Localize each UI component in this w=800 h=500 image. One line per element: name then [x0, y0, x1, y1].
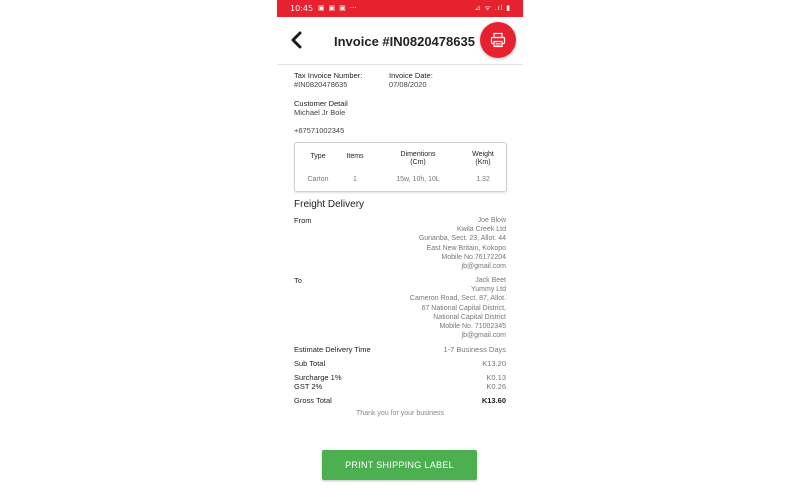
to-line: Cameron Road, Sect. 87, Allot. — [409, 295, 506, 303]
to-line: 67 National Capital District, — [421, 304, 506, 312]
subtotal-label: Sub Total — [294, 359, 326, 368]
from-line: Joe Blow — [477, 217, 506, 224]
customer-detail-label: Customer Detail — [294, 99, 348, 108]
gst-label: GST 2% — [294, 382, 323, 391]
tax-invoice-value: #IN0820478635 — [294, 80, 348, 89]
subtotal-value: K13.20 — [482, 359, 506, 368]
page-title: Invoice #IN0820478635 — [334, 34, 475, 49]
delivery-time-value: 1-7 Business Days — [443, 345, 506, 354]
from-line: Mobile No.76172204 — [441, 253, 506, 261]
to-line: National Capital District — [433, 313, 506, 321]
back-button[interactable] — [290, 31, 304, 49]
invoice-date-label: Invoice Date: — [389, 71, 433, 80]
print-button[interactable] — [480, 22, 516, 58]
customer-name: Michael Jr Bole — [294, 108, 346, 117]
notification-icons: ▣ ▣ ▣ ⋯ — [318, 5, 358, 12]
col-header-weight-line2: (Km) — [475, 159, 491, 166]
col-header-dimensions-line1: Dimentions — [400, 151, 436, 158]
from-line: Gunanba, Sect. 23, Allot. 44 — [418, 235, 506, 243]
from-line: jb@gmail.com — [461, 263, 506, 271]
printer-icon — [490, 32, 506, 48]
freight-delivery-title: Freight Delivery — [294, 199, 365, 210]
from-line: East New Britain, Kokopo — [426, 244, 506, 252]
thank-you-message: Thank you for your business — [356, 410, 444, 417]
gst-value: K0.26 — [486, 382, 506, 391]
surcharge-label: Surcharge 1% — [294, 373, 342, 382]
cell-type: Carton — [307, 176, 329, 183]
to-address: Jack Beet Yummy Ltd Cameron Road, Sect. … — [410, 276, 506, 340]
cell-dimensions: 15w, 10h, 10L — [396, 176, 440, 183]
status-bar: 10:45 ▣ ▣ ▣ ⋯ ⊿ ᯤ .ıl ▮ — [277, 0, 523, 17]
gross-total-label: Gross Total — [294, 396, 332, 405]
tax-invoice-label: Tax Invoice Number: — [294, 71, 363, 80]
from-line: Kwila Creek Ltd — [456, 226, 506, 234]
status-time: 10:45 — [290, 4, 314, 13]
to-line: jb@gmail.com — [461, 332, 506, 340]
col-header-weight-line1: Weight — [472, 151, 494, 158]
to-line: Yummy Ltd — [470, 286, 506, 294]
print-shipping-label-button[interactable]: PRINT SHIPPING LABEL — [322, 450, 477, 480]
chevron-left-icon — [291, 31, 302, 49]
invoice-date-value: 07/08/2020 — [389, 80, 427, 89]
cell-weight: 1.32 — [476, 176, 490, 183]
delivery-time-label: Estimate Delivery Time — [294, 345, 371, 354]
to-line: Mobile No. 71002345 — [439, 323, 506, 331]
col-header-items: Items — [346, 153, 364, 160]
gross-total-value: K13.60 — [481, 396, 506, 405]
from-address: Joe Blow Kwila Creek Ltd Gunanba, Sect. … — [419, 216, 506, 271]
to-line: Jack Beet — [475, 277, 506, 284]
app-header: Invoice #IN0820478635 — [277, 17, 523, 65]
phone-screen: 10:45 ▣ ▣ ▣ ⋯ ⊿ ᯤ .ıl ▮ Invoice #IN08204… — [277, 0, 523, 500]
surcharge-value: K0.13 — [486, 373, 506, 382]
col-header-type: Type — [310, 153, 326, 160]
col-header-dimensions-line2: (Cm) — [410, 159, 426, 166]
to-label: To — [294, 276, 302, 285]
col-header-weight: Weight (Km) — [463, 151, 503, 167]
items-table: Type Items Dimentions (Cm) Weight (Km) C… — [294, 142, 507, 192]
from-label: From — [294, 216, 312, 225]
customer-phone: +67571002345 — [294, 126, 345, 135]
system-status-icons: ⊿ ᯤ .ıl ▮ — [474, 5, 511, 12]
cell-items: 1 — [353, 176, 357, 183]
col-header-dimensions: Dimentions (Cm) — [383, 151, 453, 167]
